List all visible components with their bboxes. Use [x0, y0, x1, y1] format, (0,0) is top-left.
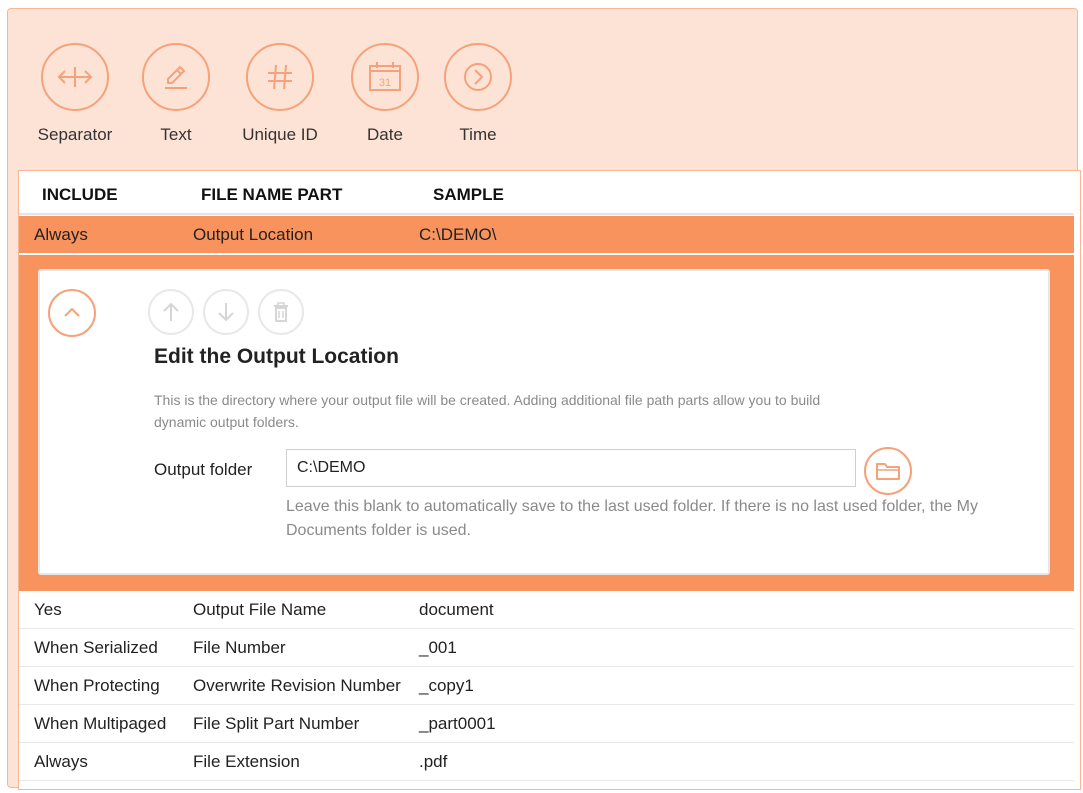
date-label: Date [367, 125, 403, 144]
text-label: Text [160, 125, 192, 144]
column-header-file-name-part[interactable]: FILE NAME PART [201, 185, 342, 205]
cell-sample: _part0001 [419, 714, 496, 733]
cell-part: File Number [193, 638, 286, 657]
output-folder-label: Output folder [154, 460, 253, 479]
delete-button[interactable] [258, 289, 304, 335]
folder-icon [876, 463, 900, 480]
arrow-down-icon [218, 303, 234, 322]
column-header-sample[interactable]: SAMPLE [433, 185, 504, 205]
time-label: Time [459, 125, 497, 144]
cell-sample: _001 [419, 638, 457, 657]
browse-folder-button[interactable] [864, 447, 912, 495]
separator-arrows-icon [41, 43, 109, 111]
cell-include: When Serialized [34, 638, 158, 657]
editor-description: This is the directory where your output … [154, 392, 821, 430]
pencil-icon [142, 43, 210, 111]
calendar-day-text: 31 [379, 77, 391, 89]
table-row-selected[interactable]: Always Output Location C:\DEMO\ [19, 216, 1074, 253]
table-row[interactable]: When Protecting Overwrite Revision Numbe… [19, 667, 1074, 705]
unique-id-label: Unique ID [242, 125, 318, 144]
hash-icon [246, 43, 314, 111]
cell-part: Output File Name [193, 600, 327, 619]
chevron-right-circle-icon [444, 43, 512, 111]
row-editor-container: Edit the Output Location This is the dir… [19, 255, 1074, 591]
cell-part: File Split Part Number [193, 714, 360, 733]
collapse-button[interactable] [48, 289, 96, 337]
separator-button[interactable]: Separator [25, 43, 125, 153]
cell-include: Yes [34, 600, 62, 619]
cell-part: Output Location [193, 225, 314, 244]
table-row[interactable]: Yes Output File Name document [19, 591, 1074, 629]
table-row[interactable]: Always File Extension .pdf [19, 743, 1074, 781]
cell-include: Always [34, 225, 88, 244]
output-folder-help: Leave this blank to automatically save t… [286, 498, 978, 539]
file-name-parts-table: INCLUDE FILE NAME PART SAMPLE Always Out… [18, 170, 1081, 790]
trash-icon [274, 302, 288, 322]
cell-part: File Extension [193, 752, 300, 771]
calendar-icon: 31 [351, 43, 419, 111]
time-button[interactable]: Time [428, 43, 528, 153]
editor-title: Edit the Output Location [154, 345, 399, 368]
column-header-include[interactable]: INCLUDE [42, 185, 118, 205]
cell-include: When Protecting [34, 676, 160, 695]
cell-sample: _copy1 [419, 676, 474, 695]
table-row[interactable]: When Multipaged File Split Part Number _… [19, 705, 1074, 743]
cell-sample: C:\DEMO\ [419, 225, 497, 244]
text-button[interactable]: Text [126, 43, 226, 153]
move-up-button[interactable] [148, 289, 194, 335]
cell-sample: .pdf [419, 752, 448, 771]
move-down-button[interactable] [203, 289, 249, 335]
row-editor-card: Edit the Output Location This is the dir… [38, 269, 1050, 575]
unique-id-button[interactable]: Unique ID [230, 43, 330, 153]
arrow-up-icon [163, 302, 179, 321]
table-header: INCLUDE FILE NAME PART SAMPLE [19, 171, 1074, 215]
date-button[interactable]: 31 Date [335, 43, 435, 153]
separator-label: Separator [37, 125, 113, 144]
cell-include: When Multipaged [34, 714, 167, 733]
table-row[interactable]: When Serialized File Number _001 [19, 629, 1074, 667]
cell-include: Always [34, 752, 88, 771]
chevron-up-icon [64, 307, 80, 317]
output-folder-input[interactable] [286, 449, 856, 487]
cell-sample: document [419, 600, 494, 619]
cell-part: Overwrite Revision Number [193, 676, 401, 695]
